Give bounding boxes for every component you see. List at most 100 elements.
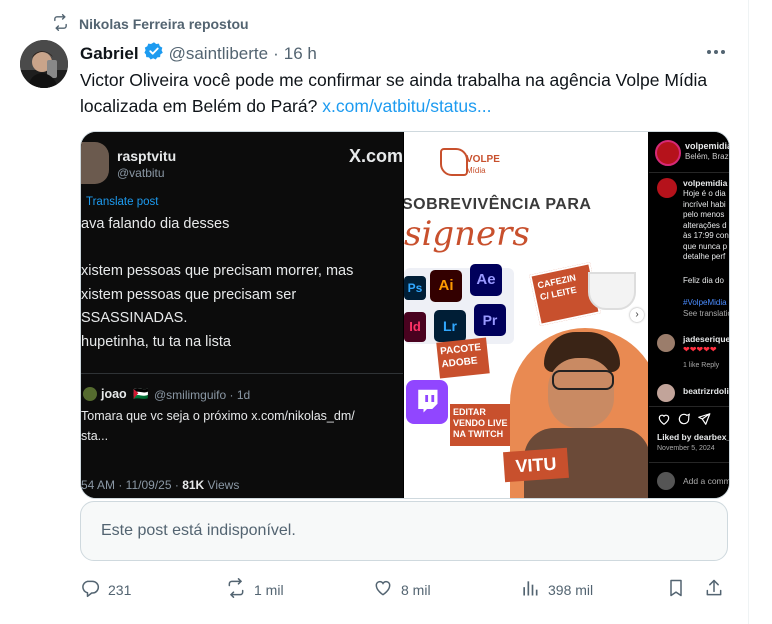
twitch-tag: EDITAR VENDO LIVE NA TWITCH bbox=[450, 404, 516, 446]
repost-indicator[interactable]: Nikolas Ferreira repostou bbox=[52, 14, 249, 34]
reply-handle: @smilimguifo · 1d bbox=[154, 388, 251, 402]
meta-separator: · bbox=[273, 43, 279, 63]
ig-caption-line: pelo menos bbox=[683, 210, 725, 219]
lightroom-icon: Lr bbox=[434, 310, 466, 342]
photoshop-icon: Ps bbox=[404, 276, 426, 300]
more-options-icon[interactable] bbox=[704, 40, 728, 64]
ig-divider bbox=[649, 462, 729, 463]
media-tweet-screenshot[interactable]: rasptvitu @vatbitu X.com Translate post … bbox=[81, 132, 403, 498]
screenshot-line: hupetinha, tu ta na lista bbox=[81, 334, 231, 350]
indesign-icon: Id bbox=[404, 312, 426, 342]
bookmark-icon bbox=[666, 578, 686, 601]
ig-date: November 5, 2024 bbox=[657, 445, 715, 452]
ig-caption-line: às 17:99 con bbox=[683, 231, 729, 240]
ig-caption-line: alterações d bbox=[683, 220, 727, 230]
x-logo-text: X.com bbox=[349, 146, 404, 166]
repost-button[interactable]: 1 mil bbox=[226, 578, 284, 601]
reply-avatar bbox=[83, 387, 97, 401]
reply-button[interactable]: 231 bbox=[80, 578, 131, 601]
ig-avatar bbox=[655, 140, 681, 166]
reply-icon bbox=[80, 578, 100, 601]
post-time[interactable]: 16 h bbox=[284, 44, 317, 64]
post-header: Gabriel @saintliberte · 16 h bbox=[80, 41, 317, 66]
repost-text: Nikolas Ferreira repostou bbox=[79, 16, 249, 32]
share-icon bbox=[704, 578, 724, 601]
screenshot-avatar bbox=[81, 142, 109, 184]
ig-comment-meta: 1 like Reply bbox=[683, 362, 720, 369]
share-button[interactable] bbox=[704, 578, 724, 601]
ig-hashtag[interactable]: #VolpeMidia bbox=[683, 298, 727, 307]
ig-add-comment[interactable]: Add a comm bbox=[683, 476, 729, 486]
ig-location: Belém, Brazil bbox=[685, 152, 729, 161]
avatar[interactable] bbox=[20, 40, 68, 88]
translate-post-link: Translate post bbox=[86, 196, 159, 208]
reply-count: 231 bbox=[108, 581, 132, 598]
reply-text: Tomara que vc seja o próximo x.com/nikol… bbox=[81, 409, 355, 423]
ig-heart-icon[interactable] bbox=[657, 412, 671, 431]
glasses-icon bbox=[552, 370, 614, 390]
media-grid[interactable]: rasptvitu @vatbitu X.com Translate post … bbox=[80, 131, 730, 499]
adobe-tag: PACOTE ADOBE bbox=[436, 337, 490, 379]
volpe-logo-text: VOLPE bbox=[466, 154, 500, 165]
media-instagram-screenshot[interactable]: volpemidia Belém, Brazil volpemidia Hoje… bbox=[649, 132, 729, 498]
screenshot-divider bbox=[81, 373, 403, 374]
ig-my-avatar bbox=[657, 472, 675, 490]
reply-name: joao bbox=[101, 387, 127, 401]
reply-text: sta... bbox=[81, 429, 109, 443]
like-button[interactable]: 8 mil bbox=[373, 578, 431, 601]
ig-caption: Hoje é o dia incrível habi pelo menos al… bbox=[683, 189, 729, 263]
ig-divider bbox=[649, 406, 729, 407]
illustrator-icon: Ai bbox=[430, 270, 462, 302]
ig-comment-avatar bbox=[657, 384, 675, 402]
name-tag: VITU bbox=[503, 447, 569, 483]
post-text: Victor Oliveira você pode me confirmar s… bbox=[80, 67, 730, 119]
premiere-icon: Pr bbox=[474, 304, 506, 336]
ig-caption-line: incrível habi bbox=[683, 199, 726, 209]
repost-count: 1 mil bbox=[254, 581, 284, 598]
ig-comment-avatar bbox=[657, 334, 675, 352]
ig-divider bbox=[649, 172, 729, 173]
coffee-cup-icon bbox=[588, 272, 636, 310]
verified-badge-icon bbox=[144, 41, 164, 66]
unavailable-text: Este post está indisponível. bbox=[101, 522, 296, 539]
ig-caption-line: que nunca p bbox=[683, 241, 728, 251]
palestine-flag-icon: 🇵🇸 bbox=[133, 387, 149, 401]
ig-caption-line: Hoje é o dia bbox=[683, 189, 726, 198]
repost-icon bbox=[226, 578, 246, 601]
volpe-fox-logo bbox=[440, 148, 468, 176]
after-effects-icon: Ae bbox=[470, 264, 502, 296]
screenshot-line: ava falando dia desses bbox=[81, 216, 230, 232]
screenshot-views-label: Views bbox=[207, 478, 240, 492]
author-name[interactable]: Gabriel bbox=[80, 44, 139, 64]
repost-icon bbox=[52, 14, 69, 34]
twitch-logo-icon bbox=[406, 380, 448, 424]
screenshot-name: rasptvitu bbox=[117, 148, 177, 164]
ig-comment-icon[interactable] bbox=[677, 412, 691, 431]
promo-script: signers bbox=[404, 214, 530, 254]
like-count: 8 mil bbox=[401, 581, 431, 598]
ig-caption-avatar bbox=[657, 178, 677, 198]
screenshot-line: xistem pessoas que precisam morrer, mas bbox=[81, 263, 354, 279]
screenshot-handle: @vatbitu bbox=[117, 166, 165, 180]
media-promo-image[interactable]: VOLPE Mídia SOBREVIVÊNCIA PARA signers P… bbox=[404, 132, 648, 498]
author-handle[interactable]: @saintliberte bbox=[169, 44, 268, 64]
ig-liked-by: Liked by dearbex_ bbox=[657, 432, 729, 442]
post-link[interactable]: x.com/vatbitu/status... bbox=[322, 96, 491, 116]
ig-share-icon[interactable] bbox=[697, 412, 711, 431]
bookmark-button[interactable] bbox=[666, 578, 686, 601]
promo-headline: SOBREVIVÊNCIA PARA bbox=[404, 196, 592, 213]
ig-account: volpemidia bbox=[685, 141, 729, 151]
ig-see-translation[interactable]: See translatio bbox=[683, 309, 729, 318]
midia-logo-text: Mídia bbox=[466, 166, 486, 175]
views-button[interactable]: 398 mil bbox=[520, 578, 593, 601]
ig-comment-emojis: ❤❤❤❤❤ bbox=[683, 345, 717, 354]
ig-feliz: Feliz dia do bbox=[683, 276, 724, 285]
portrait-face bbox=[548, 358, 614, 428]
next-slide-icon[interactable]: › bbox=[630, 308, 644, 322]
views-count: 398 mil bbox=[548, 581, 594, 598]
screenshot-time: 54 AM · 11/09/25 · bbox=[81, 478, 179, 492]
post-frame: Nikolas Ferreira repostou Gabriel @saint… bbox=[0, 0, 749, 624]
ig-caption-line: detalhe perf bbox=[683, 252, 726, 261]
quoted-post-unavailable: Este post está indisponível. bbox=[80, 501, 728, 561]
ig-comment-user: beatrizrdoli bbox=[683, 386, 729, 396]
